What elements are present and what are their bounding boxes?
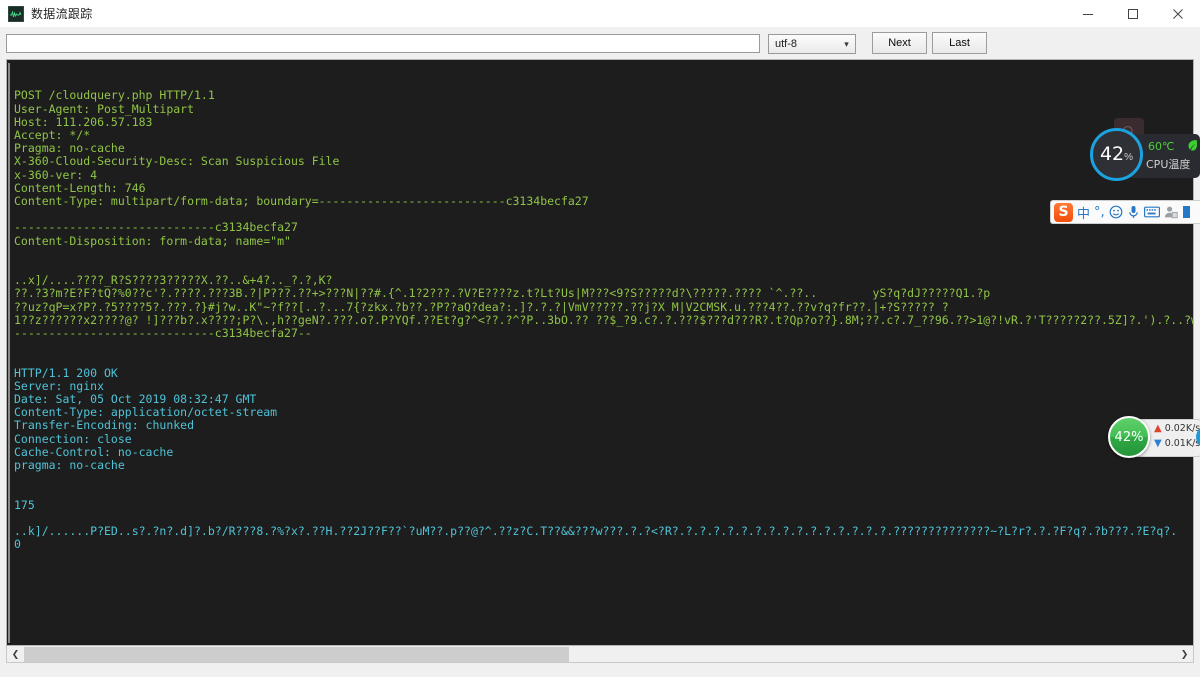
network-speed-widget[interactable]: ▲ 0.02K/s ▼ 0.01K/s 42% [1108, 416, 1200, 458]
terminal-line: ??uz?qP=x?P?.?5????5?.???.?}#j?w..K"~?f?… [14, 299, 949, 314]
chevron-down-icon: ▾ [844, 38, 849, 49]
window-controls [1065, 0, 1200, 27]
text-caret [8, 63, 10, 643]
close-icon [1172, 8, 1183, 19]
terminal-line: Content-Type: multipart/form-data; bound… [14, 194, 589, 209]
packet-content-view[interactable]: POST /cloudquery.php HTTP/1.1 User-Agent:… [6, 59, 1194, 646]
ime-user-icon[interactable] [1164, 205, 1178, 219]
terminal-line: Content-Disposition: form-data; name="m" [14, 233, 291, 248]
download-speed-value: 0.01K/s [1164, 438, 1200, 449]
horizontal-scrollbar[interactable]: ❮ ❯ [6, 646, 1194, 663]
cpu-monitor-widget[interactable]: 60℃ CPU温度 42 % [1090, 118, 1200, 181]
cpu-temperature: 60℃ [1148, 140, 1175, 153]
toolbar: utf-8 ▾ Next Last [0, 27, 1200, 59]
terminal-line: pragma: no-cache [14, 458, 125, 473]
terminal-line: -----------------------------c3134becfa2… [14, 220, 298, 235]
more-glyph [1182, 206, 1190, 218]
terminal-line: X-360-Cloud-Security-Desc: Scan Suspicio… [14, 154, 340, 169]
terminal-line: ..k]/......P?ED..s?.?n?.d]?.b?/R???8.?%?… [14, 524, 1178, 539]
title-bar: 数据流跟踪 [0, 0, 1200, 27]
ime-voice-icon[interactable] [1127, 205, 1140, 219]
waveform-glyph [10, 10, 22, 17]
minimize-icon [1082, 13, 1093, 15]
last-button[interactable]: Last [932, 32, 987, 54]
terminal-line: Accept: */* [14, 128, 91, 143]
http-request-block: POST /cloudquery.php HTTP/1.1 User-Agent:… [14, 89, 1193, 340]
cpu-usage-ring[interactable]: 42 % [1090, 128, 1143, 181]
cpu-usage-value: 42 [1099, 143, 1125, 165]
arrow-down-icon: ▼ [1154, 438, 1162, 449]
terminal-line: Connection: close [14, 431, 132, 446]
waveform-icon [8, 5, 24, 22]
cpu-label: CPU温度 [1146, 158, 1191, 171]
arrow-up-icon: ▲ [1154, 423, 1162, 434]
upload-speed-value: 0.02K/s [1164, 423, 1200, 434]
minimize-button[interactable] [1065, 0, 1110, 27]
scrollbar-track[interactable] [24, 646, 1176, 662]
emoji-glyph [1109, 205, 1123, 219]
terminal-line: Host: 111.206.57.183 [14, 114, 153, 129]
sogou-logo-icon[interactable]: S [1054, 202, 1073, 222]
terminal-line: -----------------------------c3134becfa2… [14, 326, 312, 341]
cpu-usage-unit: % [1124, 152, 1134, 163]
upload-speed-row: ▲ 0.02K/s [1154, 423, 1200, 434]
maximize-button[interactable] [1110, 0, 1155, 27]
ime-emoji-icon[interactable] [1109, 205, 1123, 219]
terminal-line: Cache-Control: no-cache [14, 444, 174, 459]
terminal-text: POST /cloudquery.php HTTP/1.1 User-Agent:… [14, 63, 1193, 578]
terminal-line: 175 [14, 497, 35, 512]
network-usage-ball[interactable]: 42% [1108, 416, 1150, 458]
http-response-block: HTTP/1.1 200 OK Server: nginx Date: Sat, 0… [14, 365, 1193, 552]
app-window: 数据流跟踪 utf-8 ▾ Next Last POST /cloudquery… [0, 0, 1200, 677]
ime-more-icon[interactable] [1182, 205, 1191, 219]
scrollbar-thumb[interactable] [24, 646, 569, 662]
terminal-line: HTTP/1.1 200 OK [14, 365, 118, 380]
maximize-icon [1127, 8, 1138, 19]
terminal-line: 0 [14, 537, 21, 552]
scroll-right-button[interactable]: ❯ [1176, 647, 1193, 662]
microphone-glyph [1128, 206, 1138, 218]
terminal-line: User-Agent: Post_Multipart [14, 101, 195, 116]
terminal-line: Transfer-Encoding: chunked [14, 418, 195, 433]
ime-chinese-mode-icon[interactable]: 中 [1077, 203, 1090, 222]
ime-keyboard-icon[interactable] [1143, 206, 1160, 218]
search-input[interactable] [6, 34, 760, 53]
download-speed-row: ▼ 0.01K/s [1154, 438, 1200, 449]
scroll-left-button[interactable]: ❮ [7, 647, 24, 662]
terminal-line: ??.?3?m?E?F?tQ?%0??c'?.????.???3B.?|P???… [14, 286, 991, 301]
keyboard-glyph [1143, 206, 1160, 218]
user-glyph [1164, 206, 1178, 219]
encoding-select[interactable]: utf-8 ▾ [768, 34, 856, 54]
encoding-value: utf-8 [775, 38, 798, 50]
ime-toolbar[interactable]: S 中 °, [1050, 200, 1200, 224]
window-title: 数据流跟踪 [31, 7, 93, 21]
next-button[interactable]: Next [872, 32, 927, 54]
close-button[interactable] [1155, 0, 1200, 27]
leaf-icon [1188, 140, 1198, 151]
terminal-line: POST /cloudquery.php HTTP/1.1 [14, 88, 215, 103]
terminal-line: x-360-ver: 4 [14, 167, 98, 182]
ime-punctuation-icon[interactable]: °, [1094, 205, 1105, 220]
